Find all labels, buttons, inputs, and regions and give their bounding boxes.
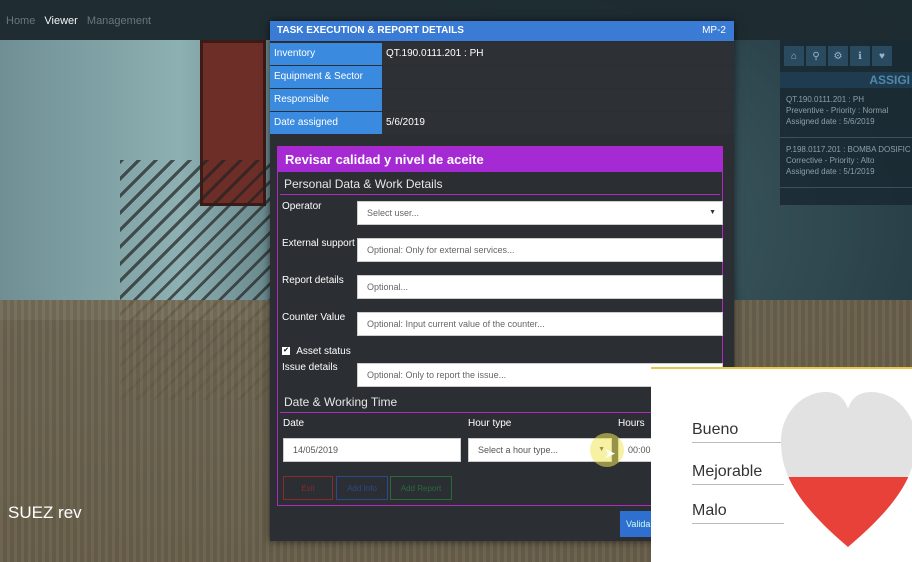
counter-value-input[interactable]: Optional: Input current value of the cou… — [357, 312, 723, 336]
assigned-header: ASSIGI — [780, 72, 912, 88]
search-icon[interactable]: ⚲ — [806, 46, 826, 66]
info-value — [382, 89, 734, 111]
asset-status-checkbox[interactable]: ✔ — [282, 347, 290, 356]
settings-icon[interactable]: ⚙ — [828, 46, 848, 66]
external-row: External support Optional: Only for exte… — [278, 232, 723, 269]
rating-mejorable: Mejorable — [692, 463, 784, 485]
nav-viewer[interactable]: Viewer — [44, 15, 77, 27]
info-label: Equipment & Sector — [270, 66, 382, 88]
heart-icon[interactable]: ♥ — [872, 46, 892, 66]
modal-title: TASK EXECUTION & REPORT DETAILS — [277, 25, 464, 36]
mouse-cursor-icon: ➤ — [604, 445, 616, 461]
counter-row: Counter Value Optional: Input current va… — [278, 306, 723, 343]
asset-status-label: Asset status — [296, 346, 351, 357]
assigned-tasks-panel: ⌂ ⚲ ⚙ ℹ ♥ ASSIGI QT.190.0111.201 : PH Pr… — [780, 40, 912, 205]
operator-row: Operator Select user... ▼ — [278, 195, 723, 232]
report-row: Report details Optional... — [278, 269, 723, 306]
asset-status-row: ✔ Asset status — [278, 343, 722, 360]
home-icon[interactable]: ⌂ — [784, 46, 804, 66]
rating-malo: Malo — [692, 502, 784, 524]
hour-type-label: Hour type — [468, 418, 512, 429]
info-row: Date assigned 5/6/2019 — [270, 112, 734, 134]
report-label: Report details — [282, 275, 344, 286]
rating-bueno: Bueno — [692, 421, 784, 443]
panel-icon-row: ⌂ ⚲ ⚙ ℹ ♥ — [780, 40, 912, 72]
counter-label: Counter Value — [282, 312, 346, 323]
nav-management[interactable]: Management — [87, 15, 151, 27]
operator-label: Operator — [282, 201, 322, 212]
rating-legend-card: Bueno Mejorable Malo — [651, 367, 912, 562]
info-label: Date assigned — [270, 112, 382, 134]
nav-home[interactable]: Home — [6, 15, 35, 27]
add-info-button[interactable]: Add Info — [336, 476, 388, 500]
task-type: Preventive - Priority : Normal — [786, 106, 889, 115]
modal-header: TASK EXECUTION & REPORT DETAILS MP-2 — [270, 21, 734, 41]
main-nav: Home Viewer Management — [6, 15, 157, 27]
info-row: Responsible — [270, 89, 734, 111]
task-title: QT.190.0111.201 : PH — [786, 95, 864, 104]
operator-select[interactable]: Select user... ▼ — [357, 201, 723, 225]
form-title: Revisar calidad y nivel de aceite — [278, 147, 722, 172]
hour-type-placeholder: Select a hour type... — [478, 445, 559, 455]
scene-caption: SUEZ rev — [8, 503, 82, 522]
task-title: P.198.0117.201 : BOMBA DOSIFIC — [786, 145, 911, 154]
issue-label: Issue details — [282, 362, 338, 373]
info-row: Inventory QT.190.0111.201 : PH — [270, 43, 734, 65]
task-date: Assigned date : 5/1/2019 — [786, 167, 875, 176]
external-support-input[interactable]: Optional: Only for external services... — [357, 238, 723, 262]
info-label: Inventory — [270, 43, 382, 65]
external-label: External support — [282, 238, 355, 249]
heart-icon — [781, 392, 912, 547]
info-row: Equipment & Sector — [270, 66, 734, 88]
heart-top — [781, 392, 912, 477]
task-type: Corrective - Priority : Alto — [786, 156, 875, 165]
date-input[interactable]: 14/05/2019 — [283, 438, 461, 462]
heart-bottom — [781, 477, 912, 547]
chevron-down-icon: ▼ — [709, 209, 716, 216]
exit-button[interactable]: Exit — [283, 476, 333, 500]
hours-label: Hours — [618, 418, 645, 429]
info-label: Responsible — [270, 89, 382, 111]
info-icon[interactable]: ℹ — [850, 46, 870, 66]
info-value — [382, 66, 734, 88]
task-item[interactable]: P.198.0117.201 : BOMBA DOSIFIC Correctiv… — [780, 138, 912, 188]
section-personal: Personal Data & Work Details — [280, 172, 720, 195]
operator-placeholder: Select user... — [367, 208, 420, 218]
modal-code: MP-2 — [702, 25, 726, 36]
task-info-table: Inventory QT.190.0111.201 : PH Equipment… — [270, 43, 734, 134]
task-date: Assigned date : 5/6/2019 — [786, 117, 875, 126]
task-item[interactable]: QT.190.0111.201 : PH Preventive - Priori… — [780, 88, 912, 138]
info-value: QT.190.0111.201 : PH — [382, 43, 734, 65]
add-report-button[interactable]: Add Report — [390, 476, 452, 500]
date-label: Date — [283, 418, 305, 429]
info-value: 5/6/2019 — [382, 112, 734, 134]
report-details-input[interactable]: Optional... — [357, 275, 723, 299]
